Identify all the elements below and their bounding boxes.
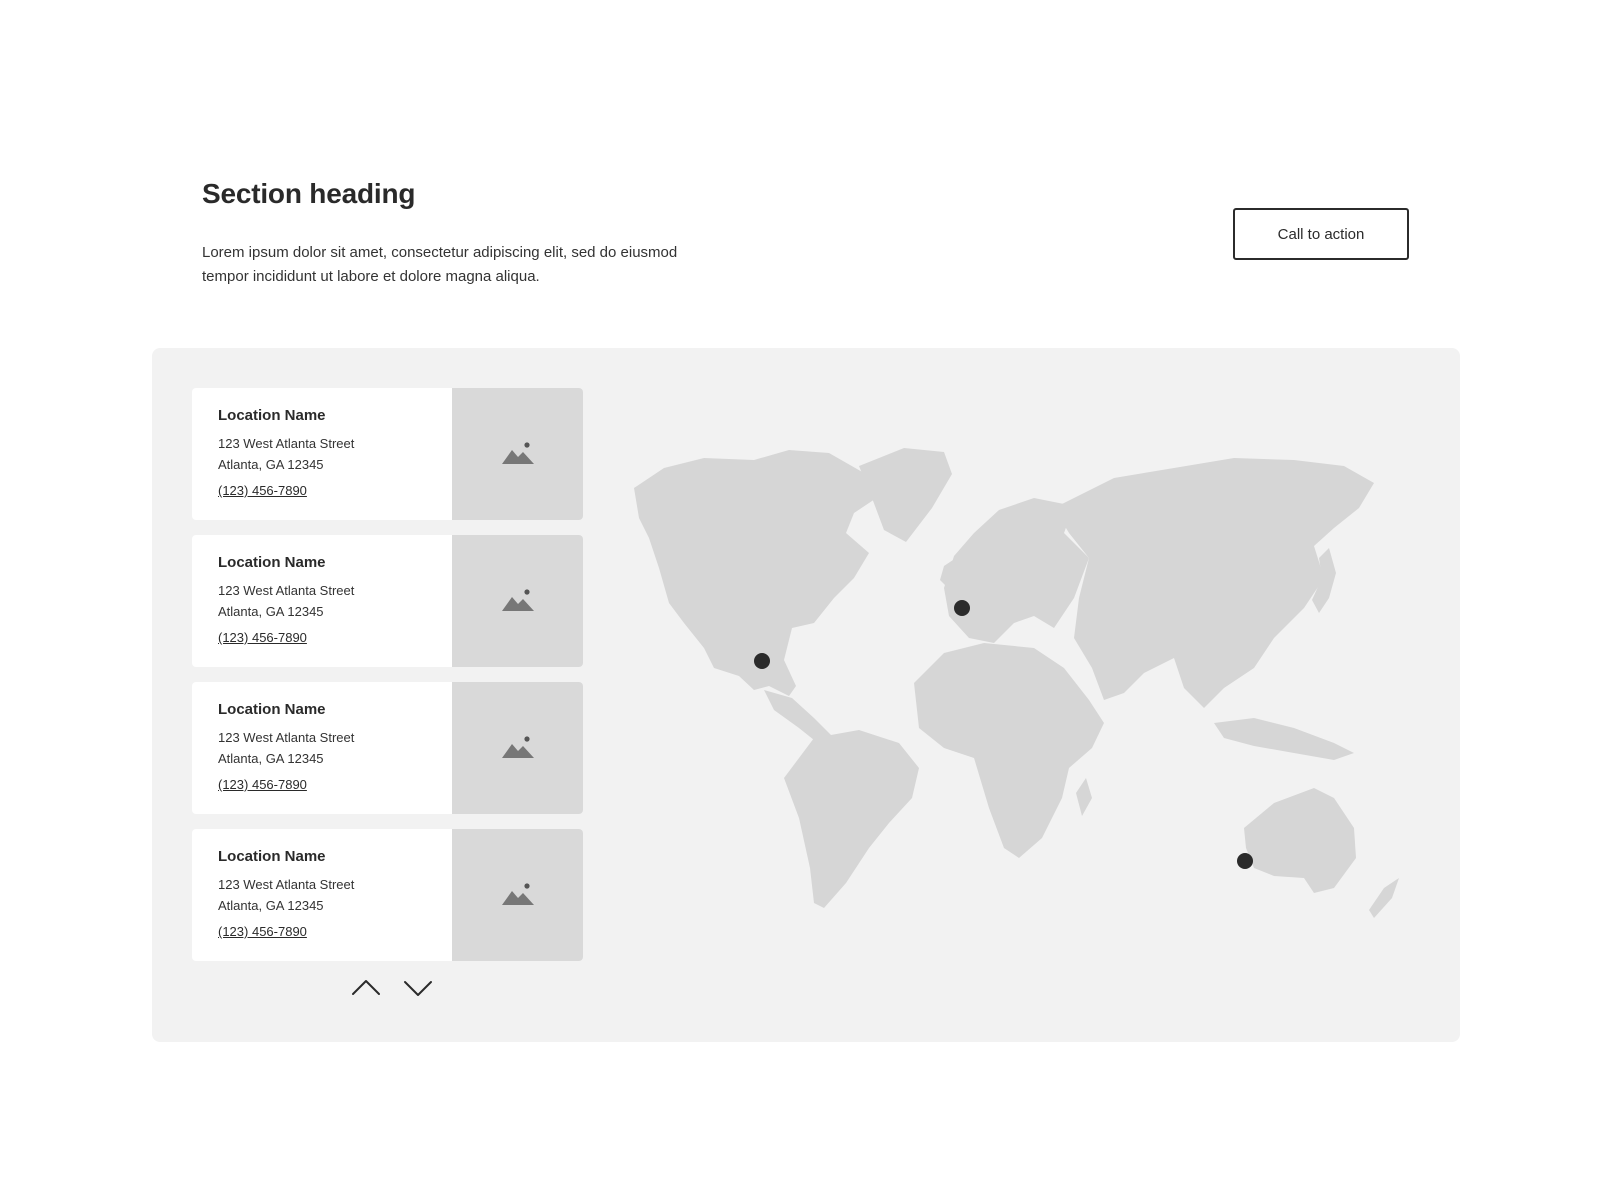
location-city: Atlanta, GA 12345 (218, 751, 324, 766)
image-placeholder-icon (501, 589, 534, 611)
previous-button[interactable] (348, 976, 384, 1000)
section-description: Lorem ipsum dolor sit amet, consectetur … (202, 244, 678, 285)
location-street: 123 West Atlanta Street (218, 436, 355, 451)
section-heading: Section heading (202, 178, 416, 209)
location-street: 123 West Atlanta Street (218, 877, 355, 892)
map-marker-europe[interactable] (954, 600, 970, 616)
greenland-land (859, 448, 952, 542)
southeast-asia-land (1214, 718, 1354, 760)
location-street: 123 West Atlanta Street (218, 730, 355, 745)
location-details: Location Name 123 West Atlanta Street At… (218, 553, 448, 648)
central-america-land (764, 690, 834, 744)
location-phone-link[interactable]: (123) 456-7890 (218, 775, 307, 795)
chevron-down-icon (404, 981, 432, 996)
world-map (634, 448, 1399, 918)
location-phone-link[interactable]: (123) 456-7890 (218, 922, 307, 942)
location-name: Location Name (218, 701, 326, 718)
location-image (452, 535, 583, 667)
location-card[interactable]: Location Name 123 West Atlanta Street At… (192, 535, 583, 667)
location-name: Location Name (218, 554, 326, 571)
location-street: 123 West Atlanta Street (218, 583, 355, 598)
location-phone-link[interactable]: (123) 456-7890 (218, 628, 307, 648)
australia-land (1244, 788, 1356, 893)
location-image (452, 829, 583, 961)
location-details: Location Name 123 West Atlanta Street At… (218, 847, 448, 942)
next-button[interactable] (400, 976, 436, 1000)
location-card[interactable]: Location Name 123 West Atlanta Street At… (192, 388, 583, 520)
new-zealand-land (1369, 878, 1399, 918)
location-name: Location Name (218, 407, 326, 424)
image-placeholder-icon (501, 442, 534, 464)
location-details: Location Name 123 West Atlanta Street At… (218, 406, 448, 501)
location-image (452, 388, 583, 520)
south-america-land (784, 730, 919, 908)
location-city: Atlanta, GA 12345 (218, 604, 324, 619)
location-image (452, 682, 583, 814)
africa-land (914, 643, 1104, 858)
location-city: Atlanta, GA 12345 (218, 457, 324, 472)
location-details: Location Name 123 West Atlanta Street At… (218, 700, 448, 795)
location-card[interactable]: Location Name 123 West Atlanta Street At… (192, 682, 583, 814)
call-to-action-button[interactable]: Call to action (1233, 208, 1409, 260)
image-placeholder-icon (501, 883, 534, 905)
map-marker-north-america[interactable] (754, 653, 770, 669)
madagascar-land (1076, 778, 1092, 816)
map-marker-australia[interactable] (1237, 853, 1253, 869)
location-name: Location Name (218, 848, 326, 865)
locations-panel: Location Name 123 West Atlanta Street At… (152, 348, 1460, 1042)
location-city: Atlanta, GA 12345 (218, 898, 324, 913)
chevron-up-icon (352, 980, 380, 995)
location-phone-link[interactable]: (123) 456-7890 (218, 481, 307, 501)
image-placeholder-icon (501, 736, 534, 758)
location-card[interactable]: Location Name 123 West Atlanta Street At… (192, 829, 583, 961)
